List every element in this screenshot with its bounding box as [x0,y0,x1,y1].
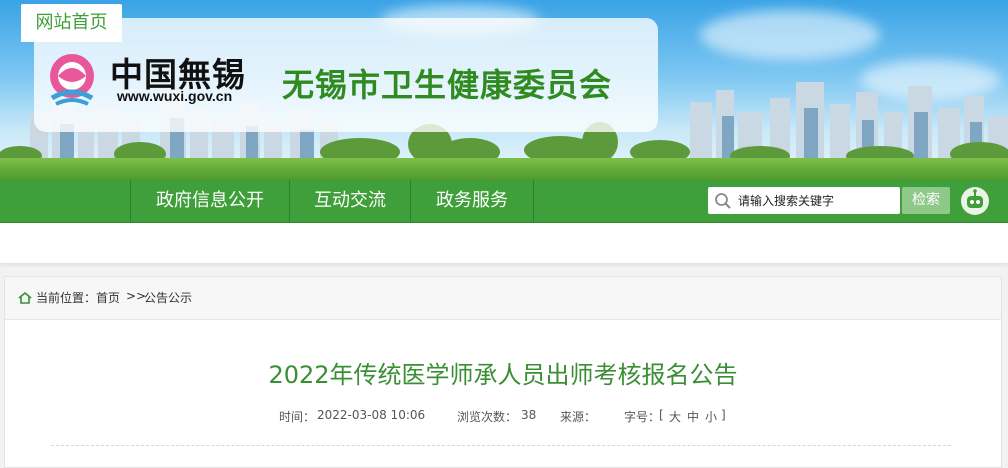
home-icon [18,292,32,304]
breadcrumb: 当前位置： 首页 >> 公告公示 [5,277,1001,320]
nav-separator [533,180,534,222]
nav-item-gov-info[interactable]: 政府信息公开 [131,180,289,222]
meta-fontsize-label: 字号： [624,410,661,424]
sub-nav-bar [0,223,1008,264]
meta-fontsize-open: [ [659,408,664,422]
search-box [708,187,900,214]
breadcrumb-home-link[interactable]: 首页 [96,289,120,306]
header-banner: 中国無锡 www.wuxi.gov.cn 无锡市卫生健康委员会 [0,0,1008,180]
robot-assistant-icon[interactable] [960,186,990,216]
breadcrumb-prefix: 当前位置： [36,291,97,305]
font-size-medium-button[interactable]: 中 [687,408,699,425]
search-input[interactable] [738,187,896,214]
search-icon [715,193,731,209]
search-button[interactable]: 检索 [902,187,950,214]
meta-fontsize-close: ] [721,408,726,422]
logo-url[interactable]: www.wuxi.gov.cn [117,88,232,104]
breadcrumb-current[interactable]: 公告公示 [144,289,192,306]
font-size-small-button[interactable]: 小 [705,408,717,425]
nav-item-home[interactable]: 网站首页 [21,4,122,42]
grass-strip [0,158,1008,180]
article-panel: 当前位置： 首页 >> 公告公示 2022年传统医学师承人员出师考核报名公告 时… [4,276,1002,468]
nav-item-services[interactable]: 政务服务 [411,180,533,222]
meta-source-label: 来源： [560,410,597,424]
site-title: 无锡市卫生健康委员会 [282,66,613,104]
wuxi-logo-icon[interactable] [40,46,104,110]
article-divider [51,445,951,446]
meta-time-label: 时间： [279,410,316,424]
cloud-decoration [700,10,880,60]
meta-views-label: 浏览次数： [457,410,518,424]
font-size-large-button[interactable]: 大 [669,408,681,425]
meta-time-value: 2022-03-08 10:06 [317,408,426,422]
nav-item-interaction[interactable]: 互动交流 [290,180,410,222]
meta-views-value: 38 [521,408,537,422]
article-title: 2022年传统医学师承人员出师考核报名公告 [268,361,738,389]
